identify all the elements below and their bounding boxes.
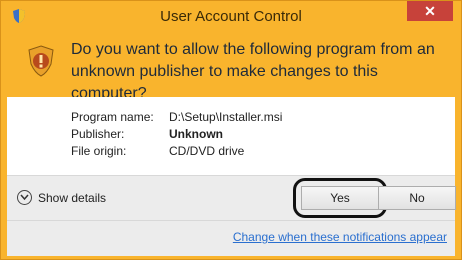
footer-divider [7,220,455,221]
info-row-publisher: Publisher: Unknown [71,126,282,143]
shield-icon [28,45,54,77]
file-origin-value: CD/DVD drive [169,144,245,158]
dialog-footer: Show details Yes No Change when these no… [7,175,456,256]
change-notifications-link[interactable]: Change when these notifications appear [233,230,447,244]
program-info: Program name: D:\Setup\Installer.msi Pub… [71,109,282,160]
no-button[interactable]: No [378,186,456,210]
close-button[interactable]: ✕ [407,1,453,21]
info-row-program-name: Program name: D:\Setup\Installer.msi [71,109,282,126]
prompt-question: Do you want to allow the following progr… [71,41,435,102]
info-label: Program name: [71,110,154,124]
show-details-toggle[interactable]: Show details [17,190,106,205]
window-title: User Account Control [160,8,302,25]
yes-button[interactable]: Yes [301,186,379,210]
title-bar: User Account Control ✕ [1,1,461,31]
publisher-value: Unknown [169,127,223,141]
info-label: Publisher: [71,127,125,141]
program-name-value: D:\Setup\Installer.msi [169,110,283,124]
chevron-down-circle-icon [17,190,32,205]
info-row-file-origin: File origin: CD/DVD drive [71,143,282,160]
show-details-label: Show details [38,190,107,205]
info-label: File origin: [71,144,127,158]
uac-dialog: User Account Control ✕ Do you want to al… [0,0,462,260]
